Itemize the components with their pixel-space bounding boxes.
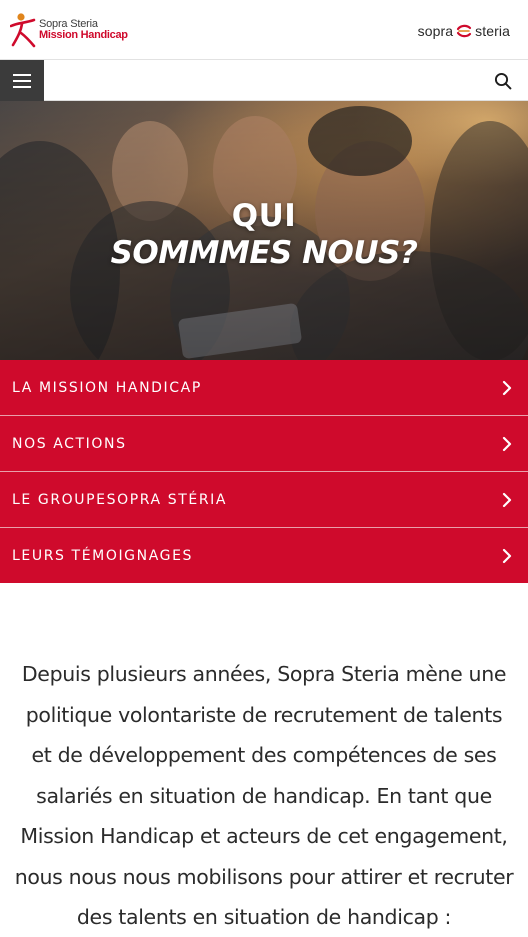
hero-banner: QUI SOMMMES NOUS? [0, 101, 528, 360]
mission-handicap-logo[interactable]: Sopra Steria Mission Handicap [10, 10, 128, 50]
hamburger-line [13, 73, 31, 76]
menu-item-label: NOS ACTIONS [12, 435, 127, 452]
chevron-right-icon [502, 492, 512, 508]
hero-title: QUI SOMMMES NOUS? [0, 197, 528, 271]
sopra-logo-right-word: steria [475, 23, 510, 39]
menu-item-label: LA MISSION HANDICAP [12, 379, 202, 396]
sopra-steria-mark-icon [457, 24, 472, 38]
menu-item-temoignages[interactable]: LEURS TÉMOIGNAGES [0, 528, 528, 583]
mission-logo-text: Sopra Steria Mission Handicap [39, 19, 128, 41]
hamburger-line [13, 85, 31, 88]
section-menu: LA MISSION HANDICAP NOS ACTIONS LE GROUP… [0, 360, 528, 583]
brand-header: Sopra Steria Mission Handicap sopra ster… [0, 0, 528, 60]
menu-item-label: LEURS TÉMOIGNAGES [12, 547, 194, 564]
sopra-steria-logo[interactable]: sopra steria [418, 20, 510, 42]
menu-item-label: LE GROUPESOPRA STÉRIA [12, 491, 228, 508]
search-icon[interactable] [494, 72, 512, 90]
hamburger-menu-button[interactable] [0, 60, 44, 101]
chevron-right-icon [502, 436, 512, 452]
intro-paragraph: Depuis plusieurs années, Sopra Steria mè… [14, 662, 514, 929]
nav-bar [0, 60, 528, 101]
person-logo-icon [10, 13, 36, 48]
mission-logo-line2: Mission Handicap [39, 29, 128, 41]
hamburger-line [13, 79, 31, 82]
chevron-right-icon [502, 380, 512, 396]
hero-title-line1: QUI [231, 198, 297, 234]
menu-item-nos-actions[interactable]: NOS ACTIONS [0, 416, 528, 472]
hero-title-line2: SOMMMES NOUS? [110, 235, 418, 271]
chevron-right-icon [502, 548, 512, 564]
sopra-logo-left-word: sopra [417, 23, 454, 39]
menu-item-groupe-sopra-steria[interactable]: LE GROUPESOPRA STÉRIA [0, 472, 528, 528]
menu-item-mission-handicap[interactable]: LA MISSION HANDICAP [0, 360, 528, 416]
